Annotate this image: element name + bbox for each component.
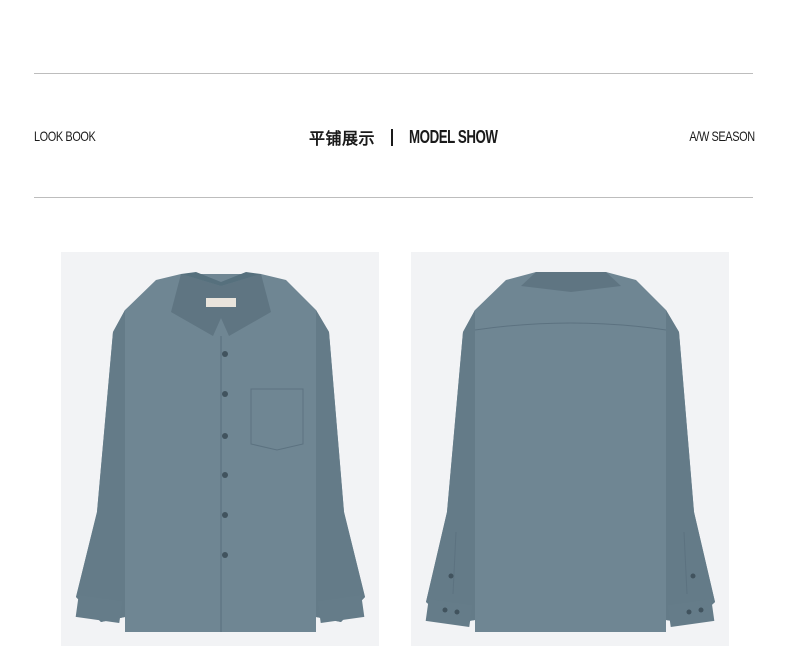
shirt-front-illustration — [75, 272, 365, 632]
bottom-divider — [34, 197, 753, 198]
title-english: MODEL SHOW — [409, 126, 498, 147]
shirt-back-illustration — [425, 272, 715, 632]
section-title: 平铺展示 MODEL SHOW — [309, 124, 529, 150]
section-header: LOOK BOOK 平铺展示 MODEL SHOW A/W SEASON — [0, 124, 790, 150]
title-chinese: 平铺展示 — [309, 129, 376, 148]
title-separator — [391, 128, 394, 146]
look-book-label: LOOK BOOK — [34, 128, 96, 144]
season-label: A/W SEASON — [689, 128, 756, 144]
shirt-back-image — [411, 252, 729, 646]
shirt-front-image — [61, 252, 379, 646]
top-divider — [34, 73, 753, 74]
